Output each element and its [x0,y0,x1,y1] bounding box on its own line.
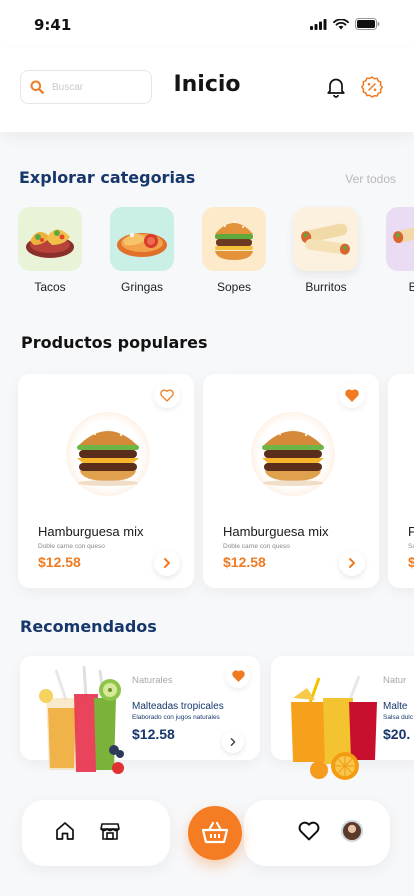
nav-profile[interactable] [340,819,364,843]
category-list: Tacos Gringas Sopes Burritos Bur [18,207,414,294]
categories-title: Explorar categorias [19,168,196,187]
product-price: $1 [408,554,414,570]
chevron-right-icon [230,738,236,746]
sopes-icon [215,221,253,260]
product-price: $12.58 [38,554,81,570]
notifications-button[interactable] [324,75,348,99]
product-price: $20. [383,726,411,742]
open-product-button[interactable] [339,550,365,576]
heart-outline-icon [160,388,174,402]
offers-button[interactable] [360,75,384,99]
product-description: Sa [408,543,414,550]
category-item-gringas[interactable]: Gringas [110,207,202,294]
battery-icon [355,18,380,30]
popular-title: Productos populares [21,333,208,352]
status-icons [310,18,380,30]
see-all-link[interactable]: Ver todos [345,172,396,186]
tacos-icon [26,229,74,258]
app-header: Inicio [0,48,414,132]
product-card[interactable]: P Sa $1 [388,374,414,588]
product-image [26,660,130,778]
product-name: Malte [383,701,408,712]
category-tile [202,207,266,271]
recommended-card[interactable]: Natur Malte Salsa dulc $20. [271,656,414,780]
product-card[interactable]: Hamburguesa mix Doble carne con queso $1… [203,374,379,588]
category-tile [18,207,82,271]
favorite-button[interactable] [226,664,250,688]
store-icon [100,823,120,840]
burger-icon [262,428,324,486]
product-price: $12.58 [132,726,175,742]
product-name: Malteadas tropicales [132,701,224,712]
product-image [251,412,335,496]
open-product-button[interactable] [222,731,244,753]
nav-home[interactable] [53,819,77,843]
chevron-right-icon [164,558,170,568]
nav-store[interactable] [98,819,122,843]
heart-filled-icon [345,388,359,402]
category-item-burritos-2[interactable]: Bur [386,207,414,294]
category-label: Bur [408,280,414,294]
search-input[interactable] [52,81,140,93]
bell-icon [327,78,345,98]
favorite-button[interactable] [154,382,180,408]
category-tile [110,207,174,271]
heart-outline-icon [298,821,320,841]
product-category: Natur [383,675,407,686]
basket-icon [201,821,229,844]
category-item-tacos[interactable]: Tacos [18,207,110,294]
product-name: P [408,524,414,539]
product-description: Doble carne con queso [38,543,105,550]
product-name: Hamburguesa mix [38,524,144,539]
chevron-right-icon [349,558,355,568]
search-box[interactable] [20,70,152,104]
gringas-icon [117,233,167,257]
discount-badge-icon [361,76,383,98]
juices-icon [291,675,377,780]
category-label: Burritos [305,280,347,294]
product-image [279,675,383,794]
burritos-icon [393,223,414,244]
category-label: Gringas [120,280,164,294]
wifi-icon [333,18,349,29]
favorite-button[interactable] [339,382,365,408]
status-bar: 9:41 [0,0,414,48]
recommended-card[interactable]: Naturales Malteadas tropicales Elaborado… [20,656,260,774]
avatar [341,820,363,842]
nav-favorites[interactable] [297,819,321,843]
category-item-sopes[interactable]: Sopes [202,207,294,294]
open-product-button[interactable] [154,550,180,576]
product-card[interactable]: Hamburguesa mix Doble carne con queso $1… [18,374,194,588]
category-tile [294,207,358,271]
category-label: Tacos [34,280,66,294]
heart-filled-icon [231,670,245,682]
product-description: Elaborado con jugos naturales [132,714,220,721]
smoothies-icon [39,665,124,774]
cart-button[interactable] [188,806,242,860]
app-screen: 9:41 Inicio Explorar categorias Ver todo… [0,0,414,896]
burritos-icon [301,223,350,255]
bottom-nav-left [22,800,170,866]
category-tile [386,207,414,271]
product-price: $12.58 [223,554,266,570]
product-description: Doble carne con queso [223,543,290,550]
product-category: Naturales [132,675,173,686]
product-image [66,412,150,496]
home-icon [56,822,74,840]
search-icon [30,80,44,94]
product-name: Hamburguesa mix [223,524,329,539]
burger-icon [77,428,139,486]
product-description: Salsa dulc [383,714,413,721]
recommended-title: Recomendados [20,617,157,636]
category-label: Sopes [216,280,252,294]
category-item-burritos[interactable]: Burritos [294,207,386,294]
status-time: 9:41 [34,16,72,34]
signal-icon [310,18,327,30]
